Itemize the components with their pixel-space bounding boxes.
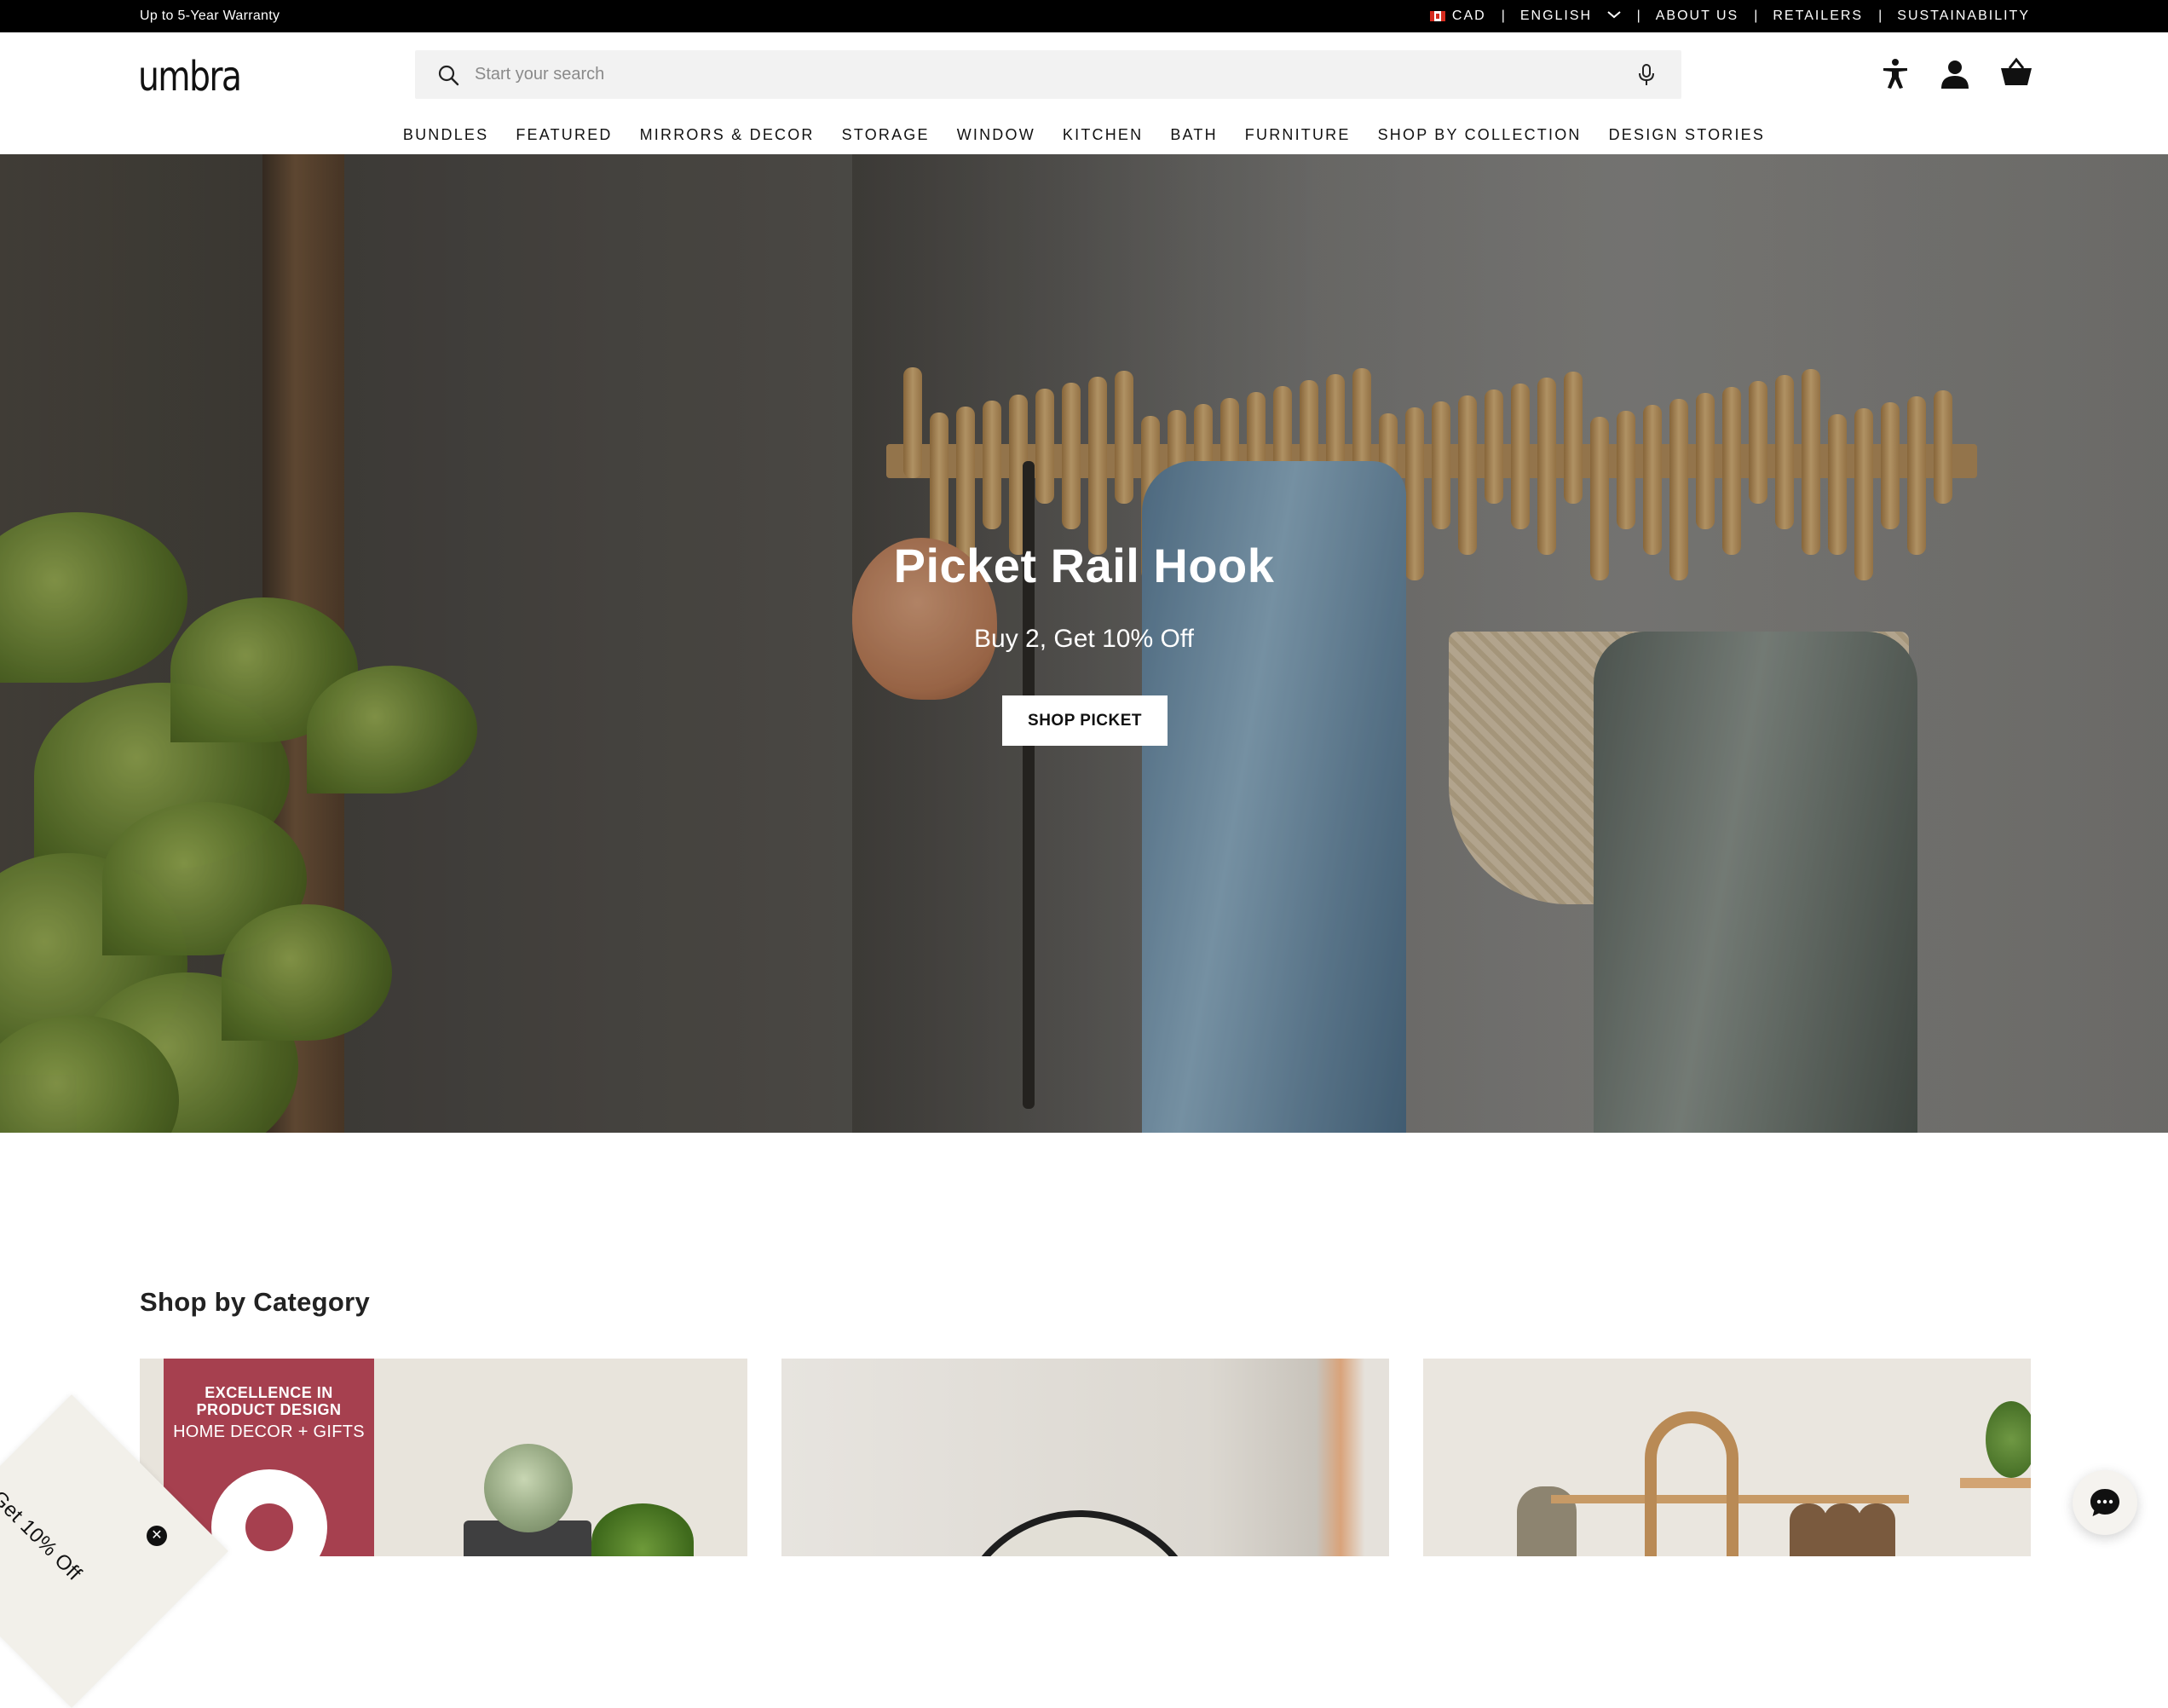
retailers-link[interactable]: RETAILERS bbox=[1773, 9, 1863, 24]
award-badge-line: HOME DECOR + GIFTS bbox=[173, 1422, 365, 1441]
card-image-plant bbox=[1986, 1401, 2031, 1478]
chat-icon bbox=[2090, 1489, 2119, 1516]
card-image-arch bbox=[1645, 1411, 1738, 1556]
language-label: ENGLISH bbox=[1519, 9, 1593, 23]
card-image-hanger bbox=[1858, 1503, 1895, 1556]
umbra-logo[interactable]: umbra bbox=[138, 53, 242, 101]
close-icon[interactable]: ✕ bbox=[147, 1526, 167, 1546]
currency-selector[interactable]: CAD bbox=[1429, 9, 1486, 24]
award-badge-line: PRODUCT DESIGN bbox=[196, 1401, 342, 1418]
nav-storage[interactable]: STORAGE bbox=[828, 121, 943, 153]
category-card[interactable] bbox=[781, 1359, 1389, 1556]
nav-design-stories[interactable]: DESIGN STORIES bbox=[1595, 121, 1779, 153]
shop-picket-button[interactable]: SHOP PICKET bbox=[1002, 695, 1168, 746]
chat-button[interactable] bbox=[2073, 1470, 2137, 1535]
nav-furniture[interactable]: FURNITURE bbox=[1231, 121, 1364, 153]
nav-mirrors-decor[interactable]: MIRRORS & DECOR bbox=[626, 121, 828, 153]
nav-bundles[interactable]: BUNDLES bbox=[389, 121, 502, 153]
about-us-link[interactable]: ABOUT US bbox=[1656, 9, 1739, 24]
section-title: Shop by Category bbox=[140, 1287, 371, 1317]
chevron-down-icon bbox=[1606, 11, 1621, 19]
search-bar[interactable] bbox=[415, 50, 1681, 99]
hero-banner[interactable]: Picket Rail Hook Buy 2, Get 10% Off SHOP… bbox=[0, 154, 2168, 1133]
nav-kitchen[interactable]: KITCHEN bbox=[1049, 121, 1156, 153]
card-image-hanger bbox=[1790, 1503, 1827, 1556]
account-icon[interactable] bbox=[1938, 56, 1972, 90]
nav-bath[interactable]: BATH bbox=[1156, 121, 1231, 153]
category-card[interactable] bbox=[1423, 1359, 2031, 1556]
announcement-bar: Up to 5-Year Warranty CAD | ENGLISH | AB… bbox=[0, 0, 2168, 32]
sustainability-link[interactable]: SUSTAINABILITY bbox=[1897, 9, 2030, 24]
site-header: umbra BUNDLES FEATURED MIRRORS & DECOR S… bbox=[0, 32, 2168, 154]
currency-label: CAD bbox=[1451, 9, 1486, 23]
card-image-mirror bbox=[952, 1510, 1208, 1556]
separator: | bbox=[1636, 9, 1640, 23]
nav-window[interactable]: WINDOW bbox=[943, 121, 1049, 153]
separator: | bbox=[1754, 9, 1758, 23]
separator: | bbox=[1501, 9, 1505, 23]
nav-featured[interactable]: FEATURED bbox=[502, 121, 626, 153]
cart-icon[interactable] bbox=[1999, 56, 2033, 90]
canada-flag-icon bbox=[1429, 10, 1445, 21]
search-icon[interactable] bbox=[437, 64, 459, 86]
separator: | bbox=[1878, 9, 1883, 23]
award-rosette-icon bbox=[211, 1469, 327, 1556]
card-image-shelf bbox=[1960, 1478, 2031, 1488]
card-image-leaves bbox=[591, 1503, 694, 1556]
utility-links: CAD | ENGLISH | ABOUT US | RETAILERS | S… bbox=[1429, 0, 2030, 32]
accessibility-icon[interactable] bbox=[1878, 56, 1912, 90]
main-navigation: BUNDLES FEATURED MIRRORS & DECOR STORAGE… bbox=[0, 121, 2168, 153]
microphone-icon[interactable] bbox=[1637, 63, 1656, 87]
nav-shop-by-collection[interactable]: SHOP BY COLLECTION bbox=[1364, 121, 1595, 153]
card-image-cactus bbox=[484, 1444, 573, 1532]
warranty-promo[interactable]: Up to 5-Year Warranty bbox=[140, 9, 280, 24]
category-card[interactable]: EXCELLENCE IN PRODUCT DESIGN HOME DECOR … bbox=[140, 1359, 747, 1556]
language-selector[interactable]: ENGLISH bbox=[1520, 9, 1622, 24]
card-image-hanger bbox=[1824, 1503, 1861, 1556]
hero-subtitle: Buy 2, Get 10% Off bbox=[974, 625, 1194, 653]
award-badge-line: EXCELLENCE IN bbox=[205, 1384, 333, 1401]
hero-title: Picket Rail Hook bbox=[893, 539, 1275, 592]
search-input[interactable] bbox=[473, 57, 1581, 91]
